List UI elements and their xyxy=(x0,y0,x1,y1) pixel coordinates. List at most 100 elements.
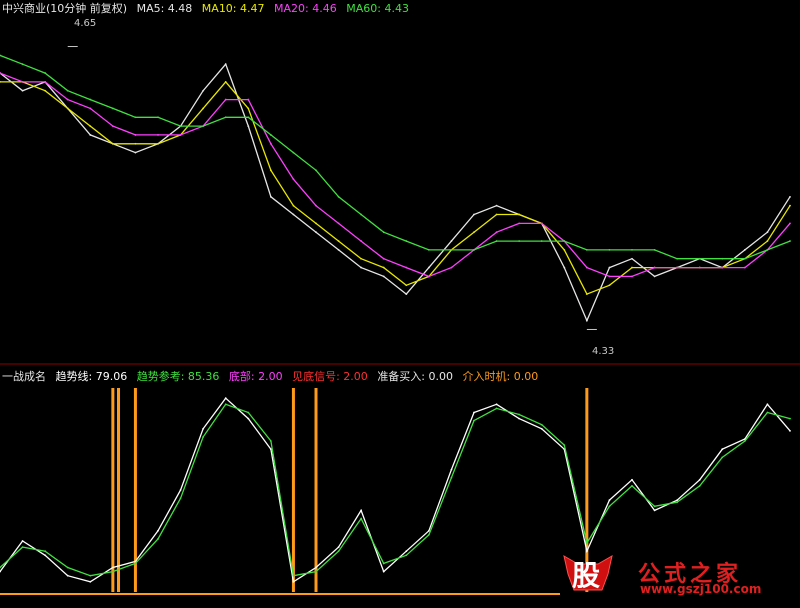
data-point xyxy=(653,248,656,251)
data-point xyxy=(337,240,340,242)
series-line-price-1 xyxy=(0,80,791,295)
data-point xyxy=(518,213,521,216)
data-point xyxy=(315,231,317,234)
data-point xyxy=(721,266,724,269)
data-point xyxy=(157,116,159,119)
data-point xyxy=(676,499,679,502)
data-point xyxy=(473,411,475,414)
data-point xyxy=(382,266,385,269)
data-point xyxy=(766,403,769,406)
stock-name: 中兴商业(10分钟 前复权) xyxy=(2,2,128,15)
data-point xyxy=(44,550,47,553)
data-point xyxy=(247,107,250,110)
data-point xyxy=(315,566,317,569)
data-point xyxy=(337,550,340,553)
data-point xyxy=(269,142,272,145)
data-point xyxy=(247,98,250,101)
data-point xyxy=(111,142,114,145)
data-point xyxy=(224,80,227,83)
data-point xyxy=(450,248,453,251)
data-point xyxy=(157,134,159,136)
data-point xyxy=(202,89,205,92)
data-point xyxy=(540,240,543,242)
data-point xyxy=(292,574,295,577)
data-point xyxy=(653,505,656,508)
data-point xyxy=(360,517,363,520)
data-point xyxy=(134,142,137,145)
data-point xyxy=(653,266,656,269)
trend-line-readout: 趋势线: 79.06 xyxy=(55,370,128,383)
data-point xyxy=(789,204,791,207)
data-point xyxy=(631,248,633,251)
data-point xyxy=(292,178,295,181)
data-point xyxy=(743,248,746,251)
data-point xyxy=(676,501,679,504)
data-point xyxy=(698,478,701,481)
data-point xyxy=(518,413,521,416)
data-point xyxy=(789,417,791,420)
data-point xyxy=(676,266,679,269)
data-point xyxy=(247,125,250,128)
data-point xyxy=(405,240,408,242)
data-point xyxy=(21,80,24,83)
data-point xyxy=(337,546,340,549)
indicator-panel-header: 一战成名 趋势线: 79.06 趋势参考: 85.36 底部: 2.00 见底信… xyxy=(2,370,544,384)
ready-buy-readout: 准备买入: 0.00 xyxy=(377,370,454,383)
data-point xyxy=(382,231,385,234)
data-point xyxy=(518,222,521,225)
data-point xyxy=(495,231,498,234)
data-point xyxy=(721,448,724,451)
data-point xyxy=(157,142,159,145)
data-point xyxy=(89,580,92,583)
indicator-name: 一战成名 xyxy=(2,370,46,383)
data-point xyxy=(269,134,272,136)
data-point xyxy=(247,417,250,420)
data-point xyxy=(315,222,317,225)
data-point xyxy=(405,550,408,553)
data-point xyxy=(608,499,611,502)
data-point xyxy=(202,436,205,438)
data-point xyxy=(563,444,566,447)
data-point xyxy=(608,248,611,251)
data-point xyxy=(563,240,566,242)
site-logo: 股 公式之家 www.gszj100.com xyxy=(556,552,794,596)
data-point xyxy=(427,266,430,269)
data-point xyxy=(405,284,408,287)
data-point xyxy=(653,275,656,278)
data-point xyxy=(360,509,363,512)
data-point xyxy=(789,195,791,198)
data-point xyxy=(427,275,430,278)
data-point xyxy=(89,125,92,128)
ma5-readout: MA5: 4.48 xyxy=(136,2,193,15)
data-point xyxy=(360,240,363,242)
data-point xyxy=(247,411,250,414)
logo-glyph-text: 股 xyxy=(572,559,601,592)
data-point xyxy=(66,574,69,577)
data-point xyxy=(44,554,47,557)
data-point xyxy=(134,134,137,136)
data-point xyxy=(315,169,317,172)
data-point xyxy=(789,240,791,242)
data-point xyxy=(721,257,724,260)
entry-timing-readout: 介入时机: 0.00 xyxy=(462,370,539,383)
price-panel-header: 中兴商业(10分钟 前复权) MA5: 4.48 MA10: 4.47 MA20… xyxy=(2,2,415,16)
data-point xyxy=(269,195,272,198)
ma10-readout: MA10: 4.47 xyxy=(201,2,265,15)
data-point xyxy=(766,248,769,251)
data-point xyxy=(789,429,791,432)
data-point xyxy=(224,397,227,400)
data-point xyxy=(337,248,340,251)
data-point xyxy=(743,266,746,269)
data-point xyxy=(89,107,92,110)
data-point xyxy=(405,266,408,269)
data-point xyxy=(44,80,47,83)
series-line-price-0 xyxy=(0,62,791,323)
data-point xyxy=(360,213,363,216)
data-point xyxy=(224,98,227,101)
data-point xyxy=(585,542,588,544)
data-point xyxy=(495,407,498,410)
data-point xyxy=(89,98,92,101)
data-point xyxy=(766,411,769,414)
data-point xyxy=(518,240,521,242)
data-point xyxy=(111,125,114,128)
